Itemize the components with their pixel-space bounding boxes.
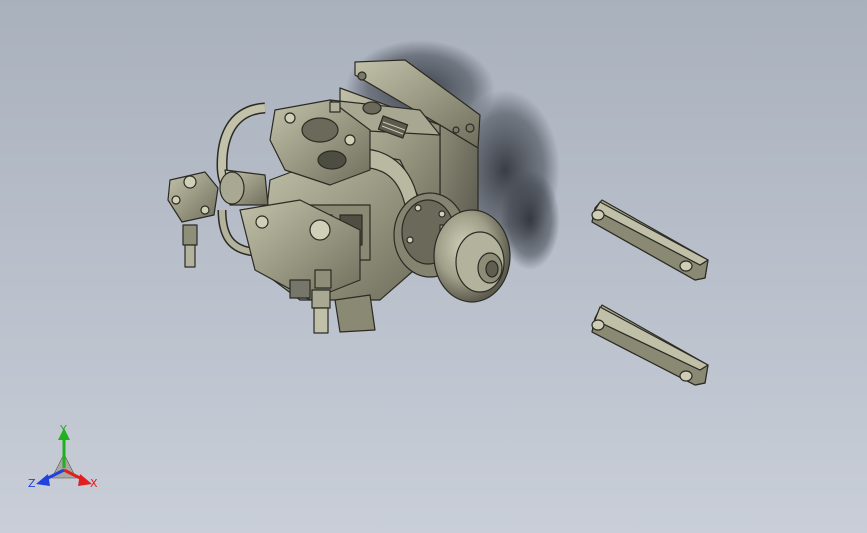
z-axis-label: Z: [28, 477, 36, 490]
x-axis-label: X: [90, 477, 98, 490]
orientation-triad[interactable]: Y X Z: [0, 0, 867, 533]
y-axis-label: Y: [59, 423, 67, 436]
cad-graphics-viewport[interactable]: Y X Z: [0, 0, 867, 533]
